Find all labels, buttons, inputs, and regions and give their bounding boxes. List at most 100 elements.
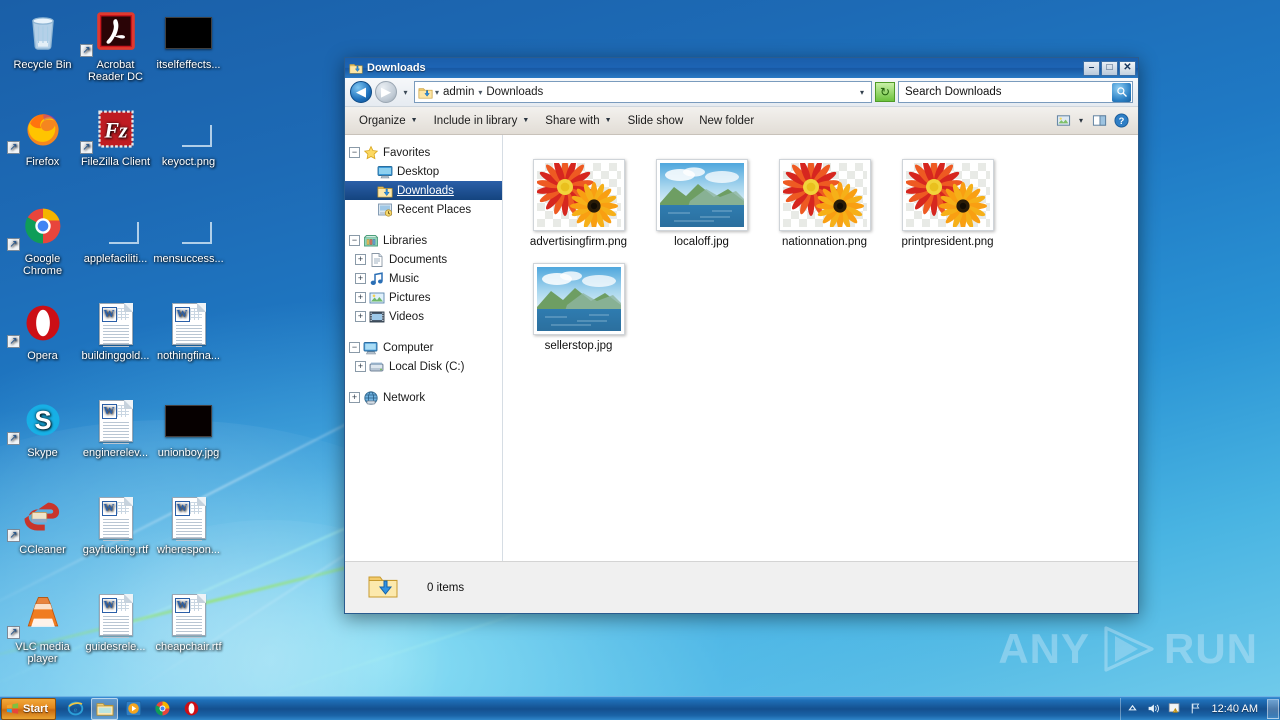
view-layout-icon[interactable] (1052, 111, 1074, 131)
taskbar-button-windows-explorer[interactable] (91, 697, 119, 720)
show-hidden-icons-button[interactable] (1126, 702, 1140, 716)
desktop-icon-wherespon[interactable]: Wwherespon... (151, 493, 226, 556)
word-document-icon: W (171, 497, 206, 541)
organize-button[interactable]: Organize ▼ (351, 111, 426, 131)
taskbar[interactable]: Start e ! 12:40 AM (0, 696, 1280, 720)
new-folder-button[interactable]: New folder (691, 111, 762, 131)
folder-icon (96, 702, 114, 716)
expander-toggle[interactable]: − (349, 235, 360, 246)
close-button[interactable]: ✕ (1119, 60, 1136, 76)
expander-toggle[interactable]: − (349, 147, 360, 158)
expander-toggle[interactable]: − (349, 342, 360, 353)
volume-icon[interactable] (1147, 702, 1161, 716)
sidebar-item-recent-places[interactable]: Recent Places (345, 200, 502, 219)
nav-group-libraries[interactable]: − Libraries (345, 231, 502, 250)
search-box[interactable] (898, 81, 1133, 103)
nav-group-favorites[interactable]: − Favorites (345, 143, 502, 162)
preview-pane-icon[interactable] (1088, 111, 1110, 131)
maximize-button[interactable]: □ (1101, 60, 1118, 76)
search-icon[interactable] (1112, 82, 1131, 102)
expander-toggle[interactable]: + (355, 254, 366, 265)
view-dropdown-button[interactable]: ▾ (1074, 111, 1088, 131)
sidebar-item-local-disk-c[interactable]: + Local Disk (C:) (345, 357, 502, 376)
expander-toggle[interactable]: + (355, 311, 366, 322)
taskbar-button-internet-explorer[interactable]: e (62, 698, 89, 720)
expander-toggle[interactable]: + (355, 273, 366, 284)
sidebar-item-videos[interactable]: + Videos (345, 307, 502, 326)
desktop-icon-enginerelev[interactable]: Wenginerelev... (78, 396, 153, 459)
network-icon[interactable] (1189, 702, 1203, 716)
desktop-icon-recycle-bin[interactable]: Recycle Bin (5, 8, 80, 71)
nav-group-computer[interactable]: − Computer (345, 338, 502, 357)
address-bar[interactable]: ◀ ▶ ▾ ▾ admin ▾ Downloads ▾ ↻ (345, 78, 1138, 107)
file-item[interactable]: sellerstop.jpg (517, 253, 640, 357)
system-tray[interactable]: ! 12:40 AM (1119, 697, 1265, 720)
desktop-icon-google-chrome[interactable]: ↗ Google Chrome (5, 202, 80, 277)
sidebar-item-music[interactable]: + Music (345, 269, 502, 288)
desktop-icon-firefox[interactable]: ↗ Firefox (5, 105, 80, 168)
forward-button[interactable]: ▶ (375, 81, 397, 103)
file-tiles[interactable]: advertisingfirm.png localoff.jpg nationnat… (517, 149, 1128, 357)
desktop-icon-keyoct-png[interactable]: keyoct.png (151, 105, 226, 168)
include-in-library-button[interactable]: Include in library ▼ (426, 111, 538, 131)
desktop-icon-filezilla-client[interactable]: Fz ↗ FileZilla Client (78, 105, 153, 168)
taskbar-clock[interactable]: 12:40 AM (1210, 703, 1260, 715)
shortcut-overlay-icon: ↗ (7, 432, 20, 445)
navigation-pane-splitter[interactable] (499, 135, 502, 561)
minimize-button[interactable]: – (1083, 60, 1100, 76)
search-input[interactable] (905, 86, 1112, 98)
desktop-icon-guidesrele[interactable]: Wguidesrele... (78, 590, 153, 653)
file-name: advertisingfirm.png (529, 236, 628, 248)
desktop-icon-gayfucking-rtf[interactable]: Wgayfucking.rtf (78, 493, 153, 556)
desktop-icon-ccleaner[interactable]: ↗ CCleaner (5, 493, 80, 556)
desktop-icon-cheapchair-rtf[interactable]: Wcheapchair.rtf (151, 590, 226, 653)
file-item[interactable]: nationnation.png (763, 149, 886, 253)
refresh-button[interactable]: ↻ (875, 82, 895, 102)
desktop-icon-vlc-media-player[interactable]: ↗ VLC media player (5, 590, 80, 665)
desktop-icon-acrobat-reader-dc[interactable]: ↗ Acrobat Reader DC (78, 8, 153, 83)
explorer-window[interactable]: Downloads – □ ✕ ◀ ▶ ▾ ▾ admin ▾ Download… (344, 57, 1139, 614)
breadcrumb[interactable]: ▾ admin ▾ Downloads ▾ (414, 81, 872, 103)
start-button[interactable]: Start (1, 697, 57, 720)
desktop[interactable]: Recycle Bin ↗ Acrobat Reader DC itselfeffec… (0, 0, 1280, 720)
back-button[interactable]: ◀ (350, 81, 372, 103)
expander-toggle[interactable]: + (355, 292, 366, 303)
navigation-pane[interactable]: − Favorites Desktop Downloads Recent Places −… (345, 135, 503, 561)
file-item[interactable]: localoff.jpg (640, 149, 763, 253)
chrome-icon (155, 701, 170, 716)
show-desktop-button[interactable] (1267, 698, 1279, 719)
action-center-icon[interactable]: ! (1168, 702, 1182, 716)
desktop-icon-skype[interactable]: S ↗ Skype (5, 396, 80, 459)
sidebar-item-pictures[interactable]: + Pictures (345, 288, 502, 307)
sidebar-item-desktop[interactable]: Desktop (345, 162, 502, 181)
expander-toggle[interactable]: + (349, 392, 360, 403)
recent-pages-dropdown[interactable]: ▾ (400, 88, 411, 97)
slide-show-button[interactable]: Slide show (620, 111, 692, 131)
command-bar[interactable]: Organize ▼ Include in library ▼ Share wi… (345, 107, 1138, 135)
desktop-icon-mensuccess[interactable]: mensuccess... (151, 202, 226, 265)
address-dropdown-button[interactable]: ▾ (855, 88, 869, 97)
file-item[interactable]: printpresident.png (886, 149, 1009, 253)
desktop-icon-nothingfina[interactable]: Wnothingfina... (151, 299, 226, 362)
desktop-icon-opera[interactable]: ↗ Opera (5, 299, 80, 362)
taskbar-button-opera[interactable] (178, 698, 205, 720)
share-with-button[interactable]: Share with ▼ (537, 111, 619, 131)
desktop-icon-buildinggold[interactable]: Wbuildinggold... (78, 299, 153, 362)
breadcrumb-item-downloads[interactable]: Downloads (482, 85, 547, 99)
sidebar-item-documents[interactable]: + Documents (345, 250, 502, 269)
window-titlebar[interactable]: Downloads – □ ✕ (345, 58, 1138, 78)
expander-toggle[interactable]: + (355, 361, 366, 372)
desktop-icon-unionboy-jpg[interactable]: unionboy.jpg (151, 396, 226, 459)
help-icon[interactable]: ? (1110, 111, 1132, 131)
svg-text:!: ! (1175, 709, 1176, 713)
desktop-icon-applefaciliti[interactable]: applefaciliti... (78, 202, 153, 265)
file-list-view[interactable]: advertisingfirm.png localoff.jpg nationnat… (503, 135, 1138, 561)
taskbar-button-google-chrome[interactable] (149, 698, 176, 720)
taskbar-button-windows-media-player[interactable] (120, 698, 147, 720)
downloads-folder-icon (377, 183, 393, 199)
file-item[interactable]: advertisingfirm.png (517, 149, 640, 253)
sidebar-item-downloads[interactable]: Downloads (345, 181, 502, 200)
desktop-icon-itselfeffects[interactable]: itselfeffects... (151, 8, 226, 71)
nav-group-network[interactable]: + Network (345, 388, 502, 407)
breadcrumb-item-admin[interactable]: admin (439, 85, 478, 99)
